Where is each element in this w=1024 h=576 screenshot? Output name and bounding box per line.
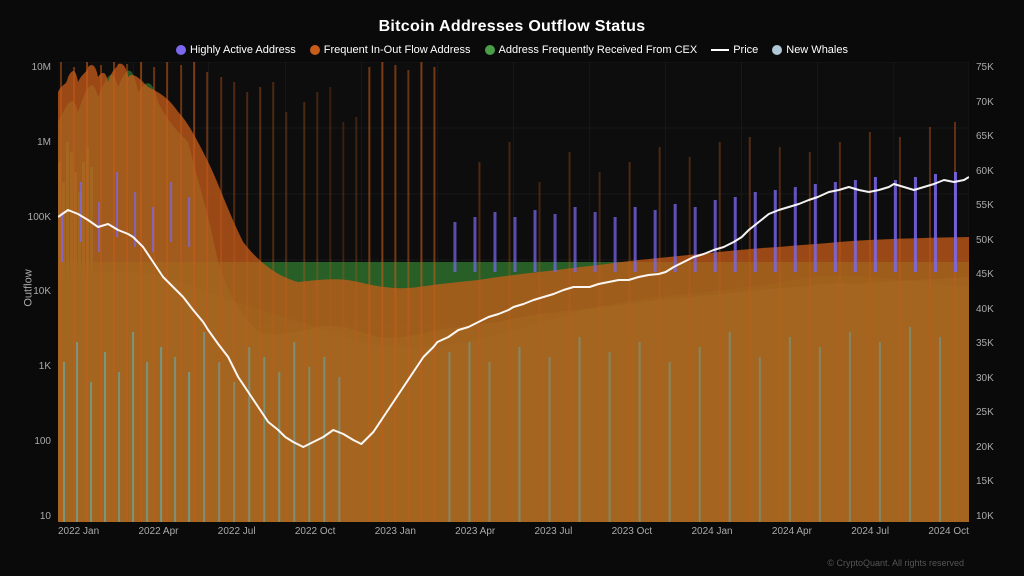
cex-dot — [485, 45, 495, 55]
legend-item-price: Price — [711, 44, 758, 56]
legend-label-price: Price — [733, 44, 758, 56]
legend-label-frequent: Frequent In-Out Flow Address — [324, 44, 471, 56]
x-label-2022jan: 2022 Jan — [58, 526, 99, 537]
y-axis-left: 10M 1M 100K 10K 1K 100 10 — [2, 62, 57, 522]
chart-container: Bitcoin Addresses Outflow Status Highly … — [0, 0, 1024, 576]
legend-item-highly-active: Highly Active Address — [176, 44, 296, 56]
copyright-text: © CryptoQuant. All rights reserved — [827, 558, 964, 568]
x-label-2023apr: 2023 Apr — [455, 526, 495, 537]
chart-title: Bitcoin Addresses Outflow Status — [0, 10, 1024, 40]
legend-label-highly-active: Highly Active Address — [190, 44, 296, 56]
legend-label-cex: Address Frequently Received From CEX — [499, 44, 698, 56]
new-whales-dot — [772, 45, 782, 55]
chart-legend: Highly Active Address Frequent In-Out Fl… — [0, 40, 1024, 62]
chart-plot-area: 10M 1M 100K 10K 1K 100 10 75K 70K 65K 60… — [58, 62, 969, 522]
x-label-2022oct: 2022 Oct — [295, 526, 336, 537]
chart-svg — [58, 62, 969, 522]
price-line — [711, 49, 729, 51]
x-label-2024jan: 2024 Jan — [691, 526, 732, 537]
legend-item-new-whales: New Whales — [772, 44, 848, 56]
y-axis-right: 75K 70K 65K 60K 55K 50K 45K 40K 35K 30K … — [970, 62, 1024, 522]
legend-label-new-whales: New Whales — [786, 44, 848, 56]
x-label-2024apr: 2024 Apr — [772, 526, 812, 537]
x-label-2022apr: 2022 Apr — [138, 526, 178, 537]
x-label-2024oct: 2024 Oct — [928, 526, 969, 537]
x-label-2023oct: 2023 Oct — [612, 526, 653, 537]
highly-active-dot — [176, 45, 186, 55]
x-label-2023jul: 2023 Jul — [535, 526, 573, 537]
legend-item-cex: Address Frequently Received From CEX — [485, 44, 698, 56]
legend-item-frequent: Frequent In-Out Flow Address — [310, 44, 471, 56]
x-label-2023jan: 2023 Jan — [375, 526, 416, 537]
frequent-dot — [310, 45, 320, 55]
x-label-2022jul: 2022 Jul — [218, 526, 256, 537]
x-label-2024jul: 2024 Jul — [851, 526, 889, 537]
x-axis: 2022 Jan 2022 Apr 2022 Jul 2022 Oct 2023… — [58, 522, 969, 537]
